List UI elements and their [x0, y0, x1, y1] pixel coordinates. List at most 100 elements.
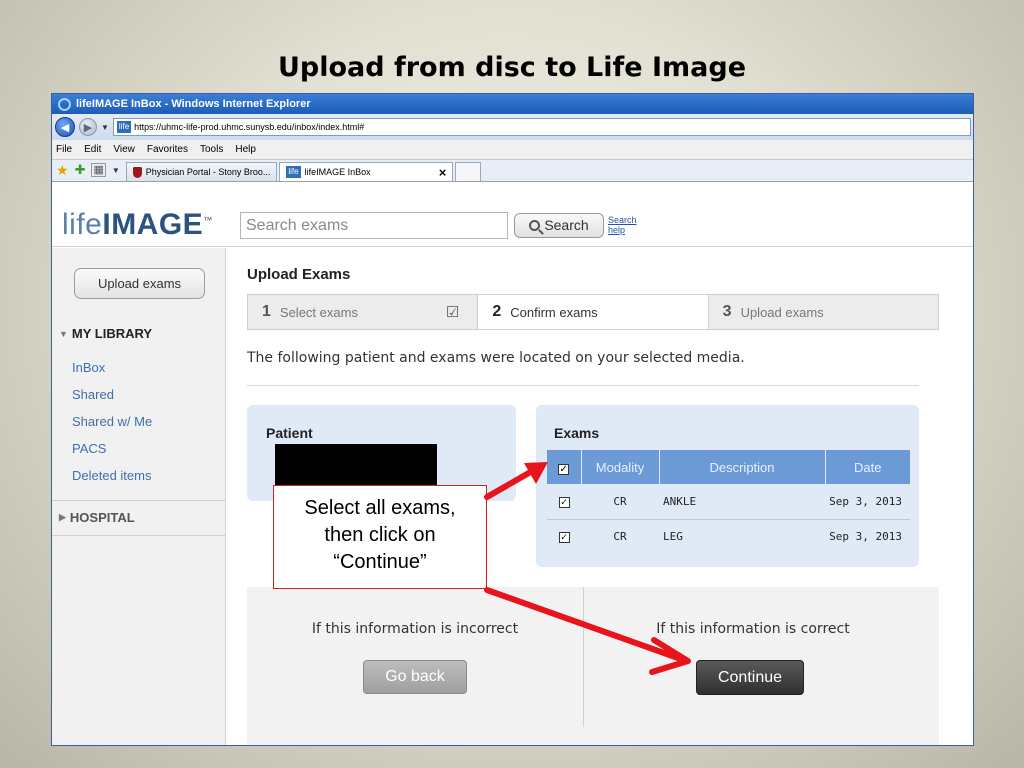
internet-explorer-icon: [58, 97, 71, 111]
upload-exams-button[interactable]: Upload exams: [74, 268, 205, 299]
search-button-label: Search: [544, 217, 589, 233]
my-library-header[interactable]: ▼ MY LIBRARY: [59, 326, 152, 341]
continue-button[interactable]: Continue: [696, 660, 804, 695]
step-label: Upload exams: [740, 304, 824, 320]
library-list: InBox Shared Shared w/ Me PACS Deleted i…: [72, 354, 152, 489]
forward-button[interactable]: ▶: [79, 118, 97, 136]
callout-line-3: “Continue”: [333, 551, 427, 573]
exam-checkbox[interactable]: ✓: [558, 532, 570, 544]
table-row[interactable]: ✓ CR ANKLE Sep 3, 2013: [547, 484, 910, 520]
history-dropdown-icon[interactable]: ▼: [101, 123, 109, 132]
cell-modality: CR: [581, 484, 659, 520]
row-checkbox-cell: ✓: [547, 519, 581, 554]
menu-file[interactable]: File: [56, 144, 72, 155]
chevron-down-icon: ▼: [59, 328, 68, 339]
logo-trademark: ™: [203, 215, 213, 225]
my-library-label: MY LIBRARY: [71, 326, 153, 341]
url-field[interactable]: life https://uhmc-life-prod.uhmc.sunysb.…: [112, 118, 971, 136]
sidebar-item-inbox[interactable]: InBox: [72, 354, 152, 381]
step-label: Select exams: [279, 304, 358, 320]
quick-tabs-icon[interactable]: ▦: [91, 163, 106, 177]
cell-date: Sep 3, 2013: [825, 484, 910, 520]
menu-tools[interactable]: Tools: [200, 144, 223, 155]
cell-description: LEG: [663, 530, 683, 544]
tab-label: lifeIMAGE InBox: [304, 167, 371, 177]
step-confirm-exams[interactable]: 2 Confirm exams: [477, 295, 709, 329]
window-titlebar: lifeIMAGE InBox - Windows Internet Explo…: [52, 94, 973, 114]
search-help-line2: help: [608, 225, 626, 235]
divider: [247, 385, 919, 386]
address-bar: ◀ ▶ ▼ life https://uhmc-life-prod.uhmc.s…: [52, 114, 973, 140]
sidebar-item-shared[interactable]: Shared: [72, 381, 152, 408]
app-header: lifeIMAGE™ Search exams Search Search he…: [52, 204, 973, 247]
search-input[interactable]: Search exams: [240, 211, 508, 239]
window-title: lifeIMAGE InBox - Windows Internet Explo…: [76, 98, 311, 110]
step-number: 2: [492, 303, 502, 320]
confirmation-panel: If this information is incorrect If this…: [247, 587, 939, 745]
intro-text: The following patient and exams were loc…: [247, 350, 745, 366]
cell-description: ANKLE: [659, 484, 825, 520]
column-header-modality[interactable]: Modality: [581, 450, 660, 484]
browser-window: lifeIMAGE InBox - Windows Internet Explo…: [51, 93, 974, 746]
callout-line-2: then click on: [324, 524, 436, 546]
redacted-patient-name: [275, 444, 437, 491]
menu-help[interactable]: Help: [235, 144, 256, 155]
step-select-exams[interactable]: 1 Select exams ☑: [248, 295, 478, 329]
search-help-link[interactable]: Search help: [608, 215, 637, 235]
instruction-callout: Select all exams, then click on “Continu…: [273, 485, 487, 589]
exams-table: ✓ Modality Description Date ✓ CR ANKLE S…: [547, 450, 910, 554]
step-number: 1: [262, 303, 271, 320]
chevron-right-icon: ▶: [59, 512, 66, 522]
cell-date: Sep 3, 2013: [829, 530, 902, 544]
back-button[interactable]: ◀: [55, 117, 75, 137]
exams-label: Exams: [554, 425, 600, 441]
menu-view[interactable]: View: [113, 144, 135, 155]
go-back-button[interactable]: Go back: [363, 660, 467, 694]
patient-label: Patient: [266, 425, 313, 441]
tab-bar: ★ ✚ ▦ ▼ Physician Portal - Stony Broo...…: [52, 160, 973, 182]
favorites-star-icon[interactable]: ★: [56, 162, 69, 179]
divider: [52, 535, 226, 536]
search-icon: [529, 219, 541, 231]
search-help-line1: Search: [608, 215, 637, 225]
page-title: Upload Exams: [247, 266, 351, 283]
divider: [52, 500, 226, 501]
step-number: 3: [722, 303, 732, 320]
checkmark-icon: ☑: [445, 304, 460, 321]
column-header-date[interactable]: Date: [825, 450, 910, 484]
sidebar-item-pacs[interactable]: PACS: [72, 435, 152, 462]
cell-modality: CR: [613, 530, 627, 544]
exam-checkbox[interactable]: ✓: [558, 496, 570, 508]
tab-lifeimage-inbox[interactable]: life lifeIMAGE InBox ×: [279, 162, 454, 181]
url-text: https://uhmc-life-prod.uhmc.sunysb.edu/i…: [134, 122, 365, 132]
select-all-checkbox[interactable]: ✓: [558, 463, 570, 475]
select-all-cell: ✓: [547, 450, 582, 484]
callout-line-1: Select all exams,: [304, 497, 456, 519]
sidebar: Upload exams ▼ MY LIBRARY InBox Shared S…: [52, 248, 226, 745]
table-row[interactable]: ✓ CR LEG Sep 3, 2013: [547, 519, 910, 554]
menu-edit[interactable]: Edit: [84, 144, 101, 155]
lifeimage-app: lifeIMAGE™ Search exams Search Search he…: [52, 204, 973, 745]
exams-panel: Exams ✓ Modality Description Date ✓ CR A…: [536, 405, 919, 567]
site-favicon: life: [286, 166, 301, 178]
close-icon[interactable]: ×: [439, 165, 447, 180]
menu-bar: File Edit View Favorites Tools Help: [52, 140, 973, 160]
tab-physician-portal[interactable]: Physician Portal - Stony Broo...: [125, 162, 278, 181]
table-header-row: ✓ Modality Description Date: [547, 450, 910, 484]
slide-title: Upload from disc to Life Image: [277, 52, 747, 83]
step-upload-exams[interactable]: 3 Upload exams: [708, 295, 938, 329]
menu-favorites[interactable]: Favorites: [147, 144, 188, 155]
tab-label: Physician Portal - Stony Broo...: [145, 167, 271, 177]
column-header-description[interactable]: Description: [659, 450, 826, 484]
sidebar-item-deleted[interactable]: Deleted items: [72, 462, 152, 489]
lifeimage-logo: lifeIMAGE™: [62, 208, 238, 242]
new-tab-button[interactable]: [455, 162, 482, 181]
add-favorite-icon[interactable]: ✚: [75, 162, 86, 178]
divider: [583, 587, 584, 727]
tab-list-dropdown-icon[interactable]: ▼: [112, 166, 120, 175]
hospital-label: HOSPITAL: [69, 510, 135, 525]
sidebar-item-shared-with-me[interactable]: Shared w/ Me: [72, 408, 152, 435]
search-button[interactable]: Search: [514, 212, 604, 238]
correct-info-text: If this information is correct: [656, 621, 850, 637]
hospital-header[interactable]: ▶ HOSPITAL: [59, 510, 135, 525]
